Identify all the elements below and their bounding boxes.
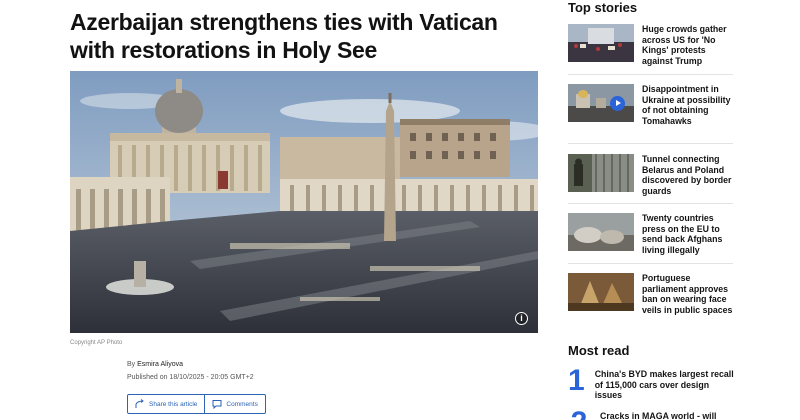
comment-icon [212, 400, 222, 409]
divider [568, 74, 733, 75]
rank-number: 2 [568, 408, 590, 420]
comments-label: Comments [226, 400, 258, 408]
divider [568, 263, 733, 264]
rank-number: 1 [568, 364, 585, 397]
story-title[interactable]: Portuguese parliament approves ban on we… [642, 273, 733, 315]
story-title[interactable]: Tunnel connecting Belarus and Poland dis… [642, 154, 733, 196]
migrants-photo [568, 213, 634, 251]
top-stories-heading: Top stories [568, 0, 638, 15]
divider [568, 203, 733, 204]
story-thumbnail[interactable] [568, 24, 634, 62]
story-title[interactable]: Twenty countries press on the EU to send… [642, 213, 733, 255]
author-link[interactable]: Esmira Aliyova [137, 361, 183, 368]
top-story-item[interactable]: Disappointment in Ukraine at possibility… [568, 84, 733, 126]
most-read-title[interactable]: China's BYD makes largest recall of 115,… [595, 366, 738, 401]
face-veil-photo [568, 273, 634, 311]
divider [568, 143, 733, 144]
top-story-item[interactable]: Twenty countries press on the EU to send… [568, 213, 733, 255]
most-read-item[interactable]: 2 Cracks in MAGA world - will [568, 408, 738, 420]
byline-prefix: By [127, 361, 136, 368]
story-title[interactable]: Disappointment in Ukraine at possibility… [642, 84, 733, 126]
top-story-item[interactable]: Portuguese parliament approves ban on we… [568, 273, 733, 315]
most-read-item[interactable]: 1 China's BYD makes largest recall of 11… [568, 366, 738, 401]
share-label: Share this article [149, 400, 198, 408]
most-read-title[interactable]: Cracks in MAGA world - will [600, 408, 717, 420]
share-article-button[interactable]: Share this article [128, 395, 204, 413]
hero-image[interactable]: i [70, 71, 538, 333]
story-thumbnail[interactable] [568, 273, 634, 311]
image-caption: Copyright AP Photo [70, 340, 123, 346]
story-thumbnail[interactable] [568, 213, 634, 251]
top-story-item[interactable]: Huge crowds gather across US for 'No Kin… [568, 24, 733, 66]
top-story-item[interactable]: Tunnel connecting Belarus and Poland dis… [568, 154, 733, 196]
story-thumbnail[interactable] [568, 154, 634, 192]
article-actions: Share this article Comments [127, 394, 266, 414]
byline: By Esmira Aliyova [127, 361, 183, 368]
most-read-heading: Most read [568, 343, 630, 358]
play-icon[interactable] [610, 96, 625, 111]
comments-button[interactable]: Comments [204, 395, 264, 413]
protest-crowd-photo [568, 24, 634, 62]
share-icon [135, 399, 144, 408]
article-headline: Azerbaijan strengthens ties with Vatican… [70, 9, 498, 63]
story-title[interactable]: Huge crowds gather across US for 'No Kin… [642, 24, 733, 66]
tunnel-border-photo [568, 154, 634, 192]
story-thumbnail[interactable] [568, 84, 634, 122]
st-peters-square-photo [70, 71, 538, 333]
image-info-icon[interactable]: i [515, 312, 528, 325]
publish-date: Published on 18/10/2025 - 20:05 GMT+2 [127, 374, 254, 381]
